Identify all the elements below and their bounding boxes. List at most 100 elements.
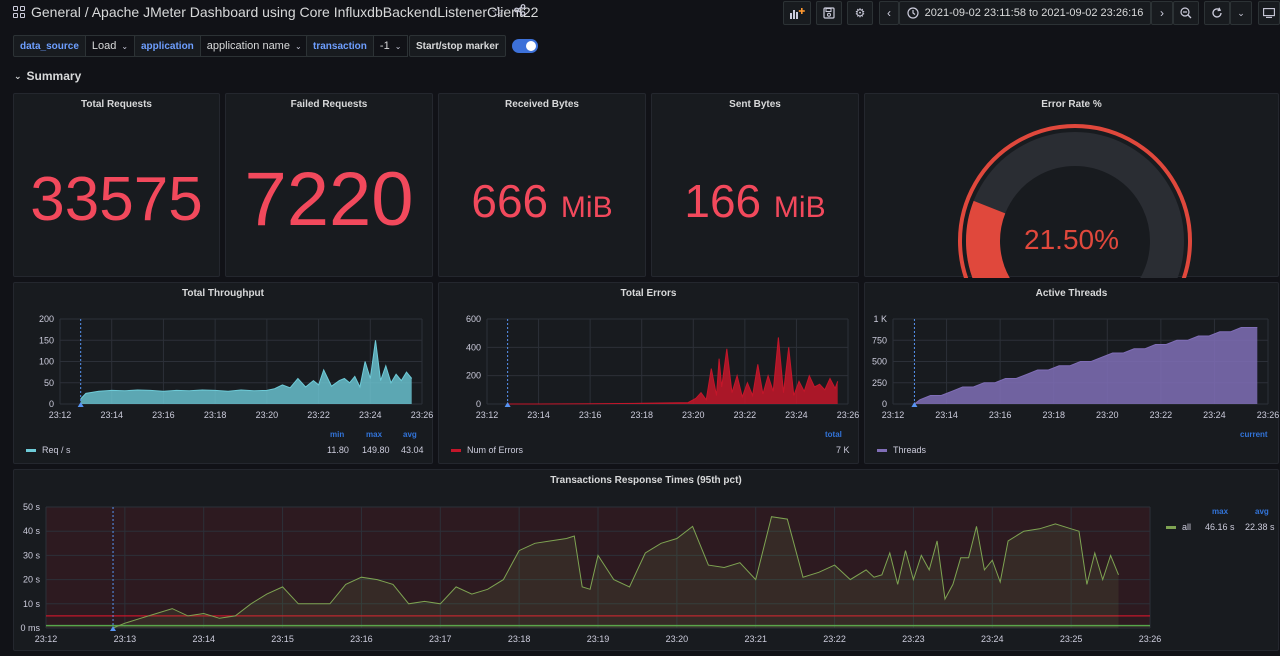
- x-tick-label: 23:22: [734, 410, 757, 420]
- panel-sent-bytes: Sent Bytes 166 MiB: [651, 93, 859, 277]
- save-icon[interactable]: [816, 1, 842, 25]
- var-data-source-select[interactable]: Load ⌄: [85, 35, 136, 57]
- x-tick-label: 23:22: [1150, 410, 1173, 420]
- y-tick-label: 0: [882, 399, 887, 409]
- var-application[interactable]: application application name ⌄: [134, 35, 309, 57]
- legend-swatch: [877, 448, 887, 452]
- apps-icon[interactable]: [13, 6, 25, 18]
- panel-total-errors: Total Errors 600 400 200 0 23:12 23:14 23:16 23…: [438, 282, 859, 464]
- marker-toggle[interactable]: [511, 39, 538, 53]
- y-tick-label: 500: [872, 357, 887, 367]
- x-tick-label: 23:18: [630, 410, 653, 420]
- x-tick-label: 23:24: [981, 634, 1004, 644]
- var-transaction-value: -1: [379, 40, 390, 52]
- var-data-source-label: data_source: [13, 35, 86, 57]
- legend-item[interactable]: all: [1166, 522, 1191, 532]
- chevron-left-icon[interactable]: ‹: [879, 1, 899, 25]
- x-tick-label: 23:15: [271, 634, 294, 644]
- gear-icon[interactable]: ⚙: [847, 1, 873, 25]
- legend-head-avg[interactable]: avg: [1255, 507, 1269, 516]
- legend-label: Req / s: [42, 445, 71, 455]
- chevron-down-icon[interactable]: ⌄: [1230, 1, 1252, 25]
- x-tick-label: 23:21: [744, 634, 767, 644]
- chevron-right-icon[interactable]: ›: [1151, 1, 1173, 25]
- share-icon[interactable]: [514, 4, 526, 19]
- add-panel-icon[interactable]: [783, 1, 811, 25]
- panel-error-rate: Error Rate % 21.50%: [864, 93, 1279, 278]
- x-tick-label: 23:12: [35, 634, 58, 644]
- legend-head-current[interactable]: current: [1240, 430, 1268, 439]
- legend-item[interactable]: Threads: [877, 445, 926, 455]
- series-area: [80, 340, 412, 404]
- legend-head-max[interactable]: max: [366, 430, 382, 439]
- legend-item[interactable]: Num of Errors: [451, 445, 523, 455]
- y-tick-label: 200: [466, 371, 481, 381]
- zoom-out-icon[interactable]: [1173, 1, 1199, 25]
- legend-swatch: [26, 448, 36, 452]
- x-tick-label: 23:18: [508, 634, 531, 644]
- x-tick-label: 23:24: [785, 410, 808, 420]
- legend-swatch: [451, 448, 461, 452]
- x-tick-label: 23:16: [350, 634, 373, 644]
- row-summary[interactable]: ⌄ Summary: [14, 69, 81, 83]
- x-tick-label: 23:17: [429, 634, 452, 644]
- star-icon[interactable]: ☆: [491, 3, 504, 21]
- panel-failed-requests: Failed Requests 7220: [225, 93, 433, 277]
- legend-label: Num of Errors: [467, 445, 524, 455]
- x-tick-label: 23:12: [49, 410, 72, 420]
- x-tick-label: 23:14: [192, 634, 215, 644]
- time-range-picker[interactable]: 2021-09-02 23:11:58 to 2021-09-02 23:26:…: [899, 1, 1151, 25]
- var-marker[interactable]: Start/stop marker: [409, 35, 538, 57]
- gauge-value: 21.50%: [1024, 224, 1119, 255]
- x-tick-label: 23:20: [1096, 410, 1119, 420]
- x-tick-label: 23:24: [1203, 410, 1226, 420]
- x-tick-label: 23:14: [100, 410, 123, 420]
- y-tick-label: 1 K: [873, 314, 887, 324]
- x-tick-label: 23:25: [1060, 634, 1083, 644]
- x-tick-label: 23:16: [152, 410, 175, 420]
- x-tick-label: 23:14: [935, 410, 958, 420]
- y-tick-label: 400: [466, 342, 481, 352]
- y-tick-label: 50 s: [23, 502, 41, 512]
- panel-title: Active Threads: [1035, 288, 1108, 299]
- panel-title: Total Errors: [620, 288, 677, 299]
- var-transaction[interactable]: transaction -1 ⌄: [306, 35, 409, 57]
- legend-head-avg[interactable]: avg: [403, 430, 417, 439]
- panel-response-times: Transactions Response Times (95th pct) 5…: [13, 469, 1279, 651]
- stat-value: 7220: [244, 157, 414, 242]
- x-tick-label: 23:20: [682, 410, 705, 420]
- x-tick-label: 23:26: [1139, 634, 1162, 644]
- y-tick-label: 40 s: [23, 526, 41, 536]
- y-tick-label: 0: [49, 399, 54, 409]
- chevron-down-icon: ⌄: [294, 41, 302, 51]
- y-tick-label: 20 s: [23, 575, 41, 585]
- x-tick-label: 23:23: [902, 634, 925, 644]
- chevron-down-icon: ⌄: [14, 70, 22, 81]
- x-tick-label: 23:14: [527, 410, 550, 420]
- legend-item[interactable]: Req / s: [26, 445, 71, 455]
- x-tick-label: 23:18: [204, 410, 227, 420]
- x-tick-label: 23:16: [579, 410, 602, 420]
- var-transaction-select[interactable]: -1 ⌄: [373, 35, 409, 57]
- var-transaction-label: transaction: [306, 35, 374, 57]
- legend-head-min[interactable]: min: [330, 430, 344, 439]
- series-area: [914, 327, 1258, 404]
- var-marker-label: Start/stop marker: [409, 35, 506, 57]
- row-summary-title: Summary: [26, 69, 82, 83]
- breadcrumb[interactable]: General / Apache JMeter Dashboard using …: [31, 4, 538, 20]
- legend-label: Threads: [893, 445, 927, 455]
- legend-head-max[interactable]: max: [1212, 507, 1228, 516]
- var-application-select[interactable]: application name ⌄: [200, 35, 309, 57]
- legend-value-avg: 43.04: [401, 445, 424, 455]
- var-data-source[interactable]: data_source Load ⌄: [13, 35, 136, 57]
- tv-icon[interactable]: [1258, 1, 1280, 25]
- y-tick-label: 100: [39, 357, 54, 367]
- legend-swatch: [1166, 525, 1176, 529]
- legend-head-total[interactable]: total: [825, 430, 842, 439]
- panel-title: Total Requests: [81, 99, 152, 110]
- panel-total-requests: Total Requests 33575: [13, 93, 220, 277]
- refresh-icon[interactable]: [1204, 1, 1230, 25]
- panel-active-threads: Active Threads 1 K 750 500 250 0 23:12 23:14 23…: [864, 282, 1279, 464]
- stat-value: 166: [684, 175, 762, 227]
- x-tick-label: 23:26: [1257, 410, 1280, 420]
